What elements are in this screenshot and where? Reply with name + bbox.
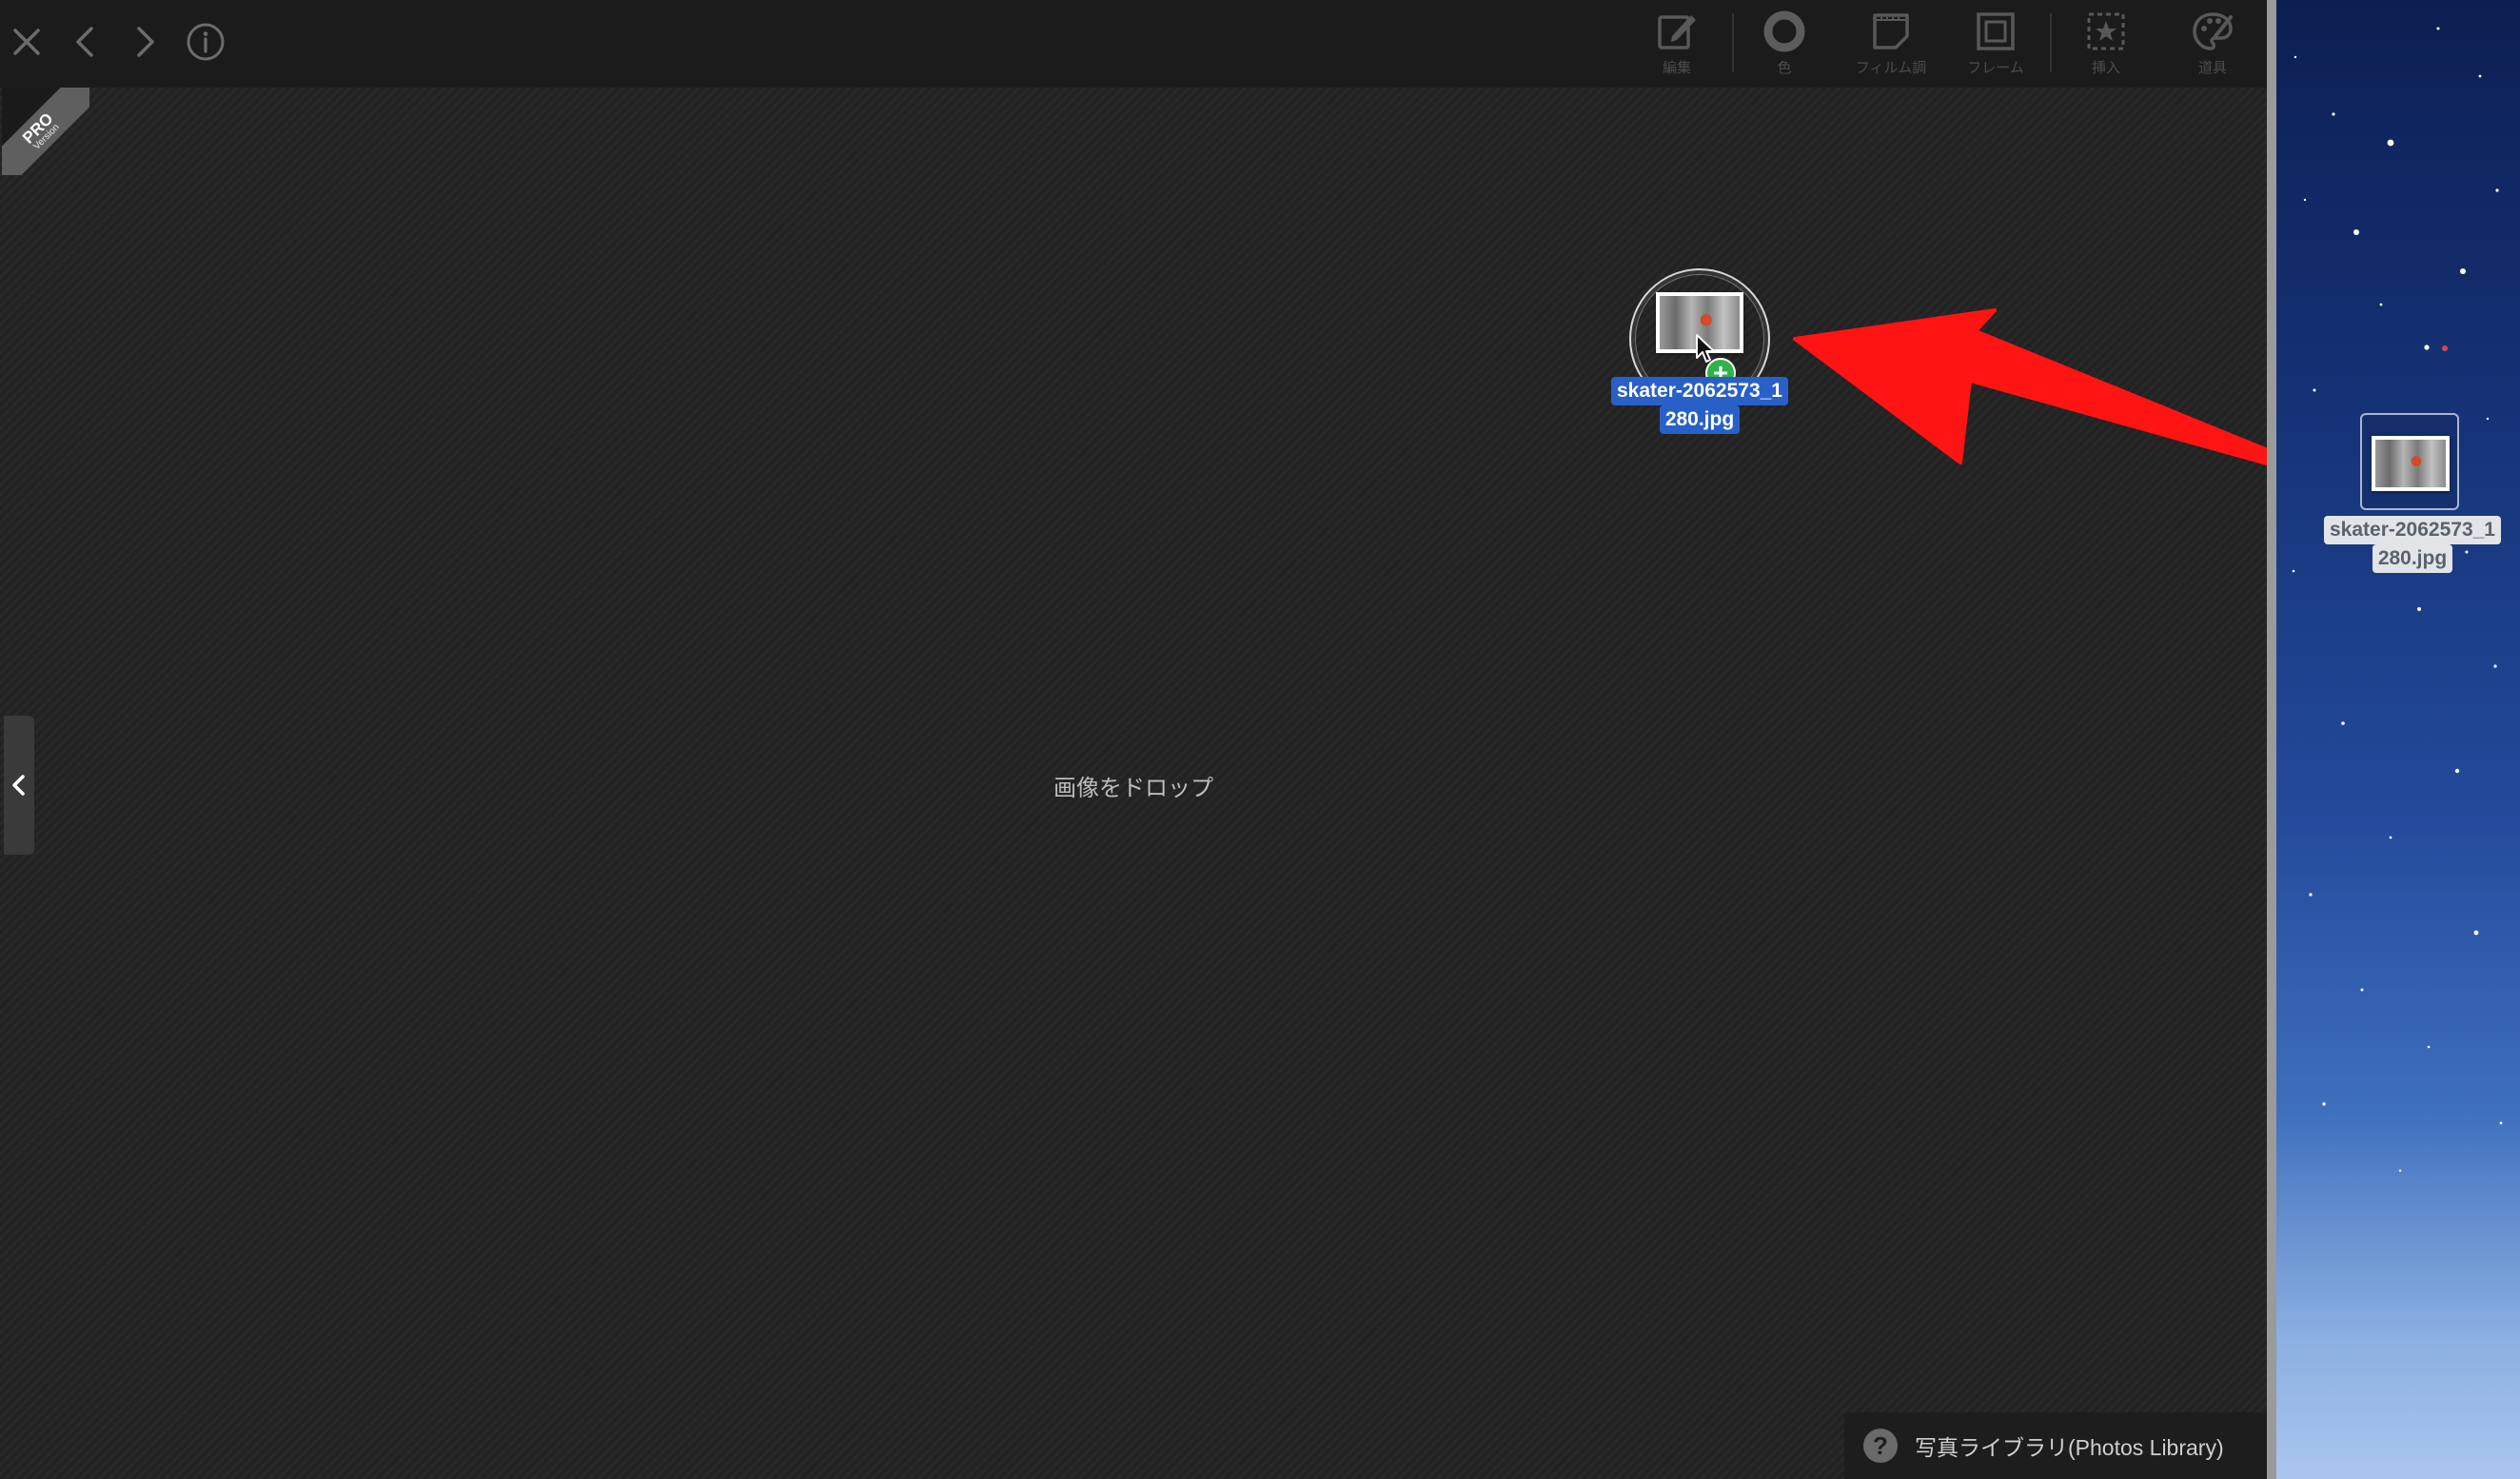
tool-tools-label: 道具: [2197, 60, 2227, 76]
toolbar-divider: [2050, 13, 2052, 72]
desktop: skater-2062573_1 280.jpg: [2276, 0, 2520, 1479]
forward-button[interactable]: [118, 15, 171, 69]
dragged-file-name-line2: 280.jpg: [1659, 405, 1741, 434]
tool-edit[interactable]: 編集: [1624, 6, 1729, 82]
photos-library-label: 写真ライブラリ(Photos Library): [1915, 1435, 2224, 1460]
dragged-file-name: skater-2062573_1 280.jpg: [1595, 377, 1804, 434]
tool-tools[interactable]: 道具: [2160, 6, 2265, 82]
window-edge: [2267, 0, 2276, 1479]
info-button[interactable]: [179, 15, 232, 69]
desktop-file-icon[interactable]: [2360, 413, 2459, 510]
photo-editor-window: 編集 色 フィルム調 フレーム 挿入 道具 PRO Version 画像をドロッ…: [0, 0, 2267, 1479]
red-arrow-annotation: [1793, 308, 2337, 483]
tool-insert[interactable]: 挿入: [2054, 6, 2158, 82]
close-button[interactable]: [0, 15, 53, 69]
insert-icon: [2087, 12, 2125, 50]
tools-icon: [2193, 12, 2233, 50]
back-button[interactable]: [59, 15, 112, 69]
pro-version-badge: PRO Version: [2, 88, 89, 175]
desktop-file-name-line1: skater-2062573_1: [2324, 516, 2501, 544]
frame-icon: [1977, 12, 2015, 50]
tool-edit-label: 編集: [1662, 60, 1691, 76]
color-icon: [1763, 10, 1805, 52]
back-icon: [76, 27, 93, 57]
dragged-file-name-line1: skater-2062573_1: [1611, 377, 1788, 405]
desktop-file-thumbnail: [2372, 436, 2450, 491]
tool-film[interactable]: フィルム調: [1839, 6, 1943, 82]
tool-frame[interactable]: フレーム: [1943, 6, 2048, 82]
tool-color-label: 色: [1777, 60, 1792, 76]
dragged-file[interactable]: + skater-2062573_1 280.jpg: [1595, 268, 1804, 440]
top-toolbar: 編集 色 フィルム調 フレーム 挿入 道具: [0, 0, 2267, 88]
film-icon: [1873, 13, 1909, 49]
tool-color[interactable]: 色: [1732, 6, 1837, 82]
edit-icon: [1658, 15, 1696, 49]
drop-image-hint: 画像をドロップ: [1053, 776, 1213, 801]
tool-film-label: フィルム調: [1855, 60, 1927, 76]
photos-library-button[interactable]: ? 写真ライブラリ(Photos Library): [1844, 1412, 2267, 1479]
desktop-file-name-line2: 280.jpg: [2372, 544, 2453, 573]
help-icon: ?: [1863, 1429, 1898, 1463]
tool-frame-label: フレーム: [1967, 60, 2024, 76]
tool-insert-label: 挿入: [2091, 60, 2120, 76]
forward-icon: [137, 27, 154, 57]
close-icon: [13, 29, 40, 55]
skater-photo-thumbnail: [2375, 440, 2446, 487]
desktop-file-name: skater-2062573_1 280.jpg: [2313, 516, 2512, 573]
starfield-wallpaper: [2292, 27, 2503, 1173]
info-icon: [187, 23, 225, 61]
